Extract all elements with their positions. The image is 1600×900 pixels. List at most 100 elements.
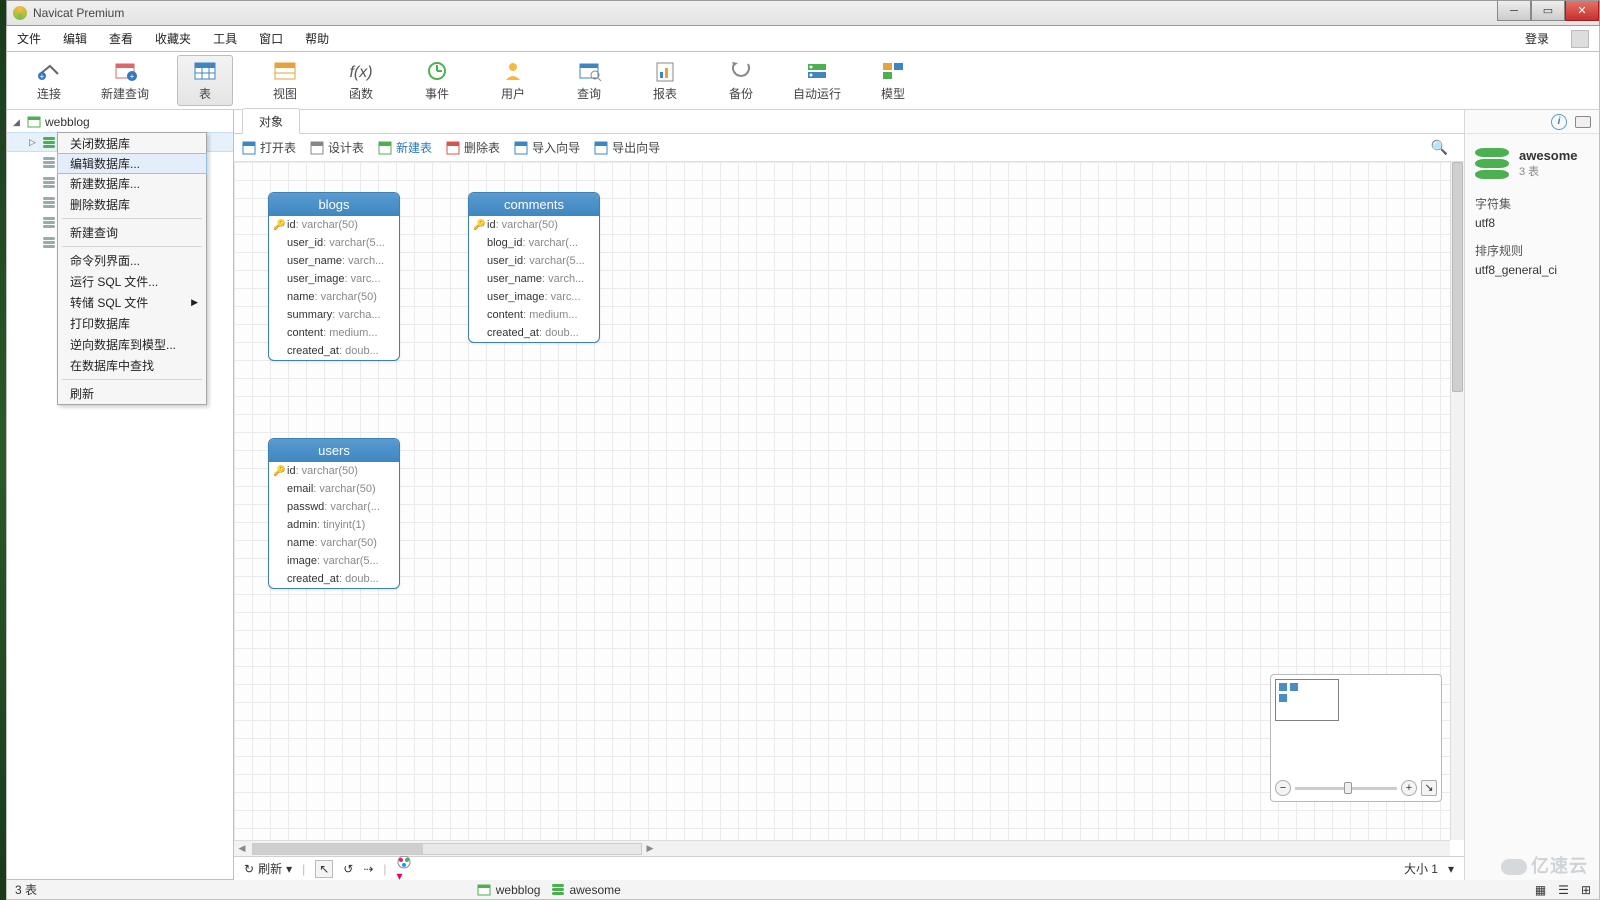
erd-column[interactable]: created_at: doub... (269, 342, 399, 360)
grid-view-icon[interactable]: ▦ (1535, 883, 1546, 897)
action-打开表[interactable]: 打开表 (242, 139, 296, 156)
menu-file[interactable]: 文件 (17, 30, 41, 47)
toolbar-表[interactable]: 表 (177, 55, 233, 106)
ctx-运行 SQL 文件...[interactable]: 运行 SQL 文件... (58, 271, 206, 292)
ctx-刷新[interactable]: 刷新 (58, 383, 206, 404)
toolbar-自动运行[interactable]: 自动运行 (793, 59, 841, 102)
color-tool-icon[interactable]: ▾ (397, 855, 411, 883)
refresh-button[interactable]: ↻刷新 ▾ (244, 860, 292, 877)
erd-column[interactable]: name: varchar(50) (269, 288, 399, 306)
size-dropdown-icon[interactable]: ▾ (1448, 862, 1454, 876)
erd-column[interactable]: content: medium... (469, 306, 599, 324)
action-导出向导[interactable]: 导出向导 (594, 139, 660, 156)
erd-column[interactable]: user_id: varchar(5... (269, 234, 399, 252)
action-删除表[interactable]: 删除表 (446, 139, 500, 156)
link-tool-icon[interactable]: ⇢ (363, 862, 373, 876)
erd-canvas[interactable]: blogs🔑id: varchar(50)user_id: varchar(5.… (234, 162, 1450, 840)
ctx-编辑数据库...[interactable]: 编辑数据库... (57, 153, 207, 174)
action-新建表[interactable]: 新建表 (378, 139, 432, 156)
erd-column[interactable]: email: varchar(50) (269, 480, 399, 498)
search-icon[interactable]: 🔍 (1431, 139, 1448, 156)
action-设计表[interactable]: 设计表 (310, 139, 364, 156)
vertical-scrollbar[interactable] (1450, 162, 1464, 840)
erd-column[interactable]: user_name: varch... (269, 252, 399, 270)
database-icon (43, 137, 55, 148)
toolbar-查询[interactable]: 查询 (565, 59, 613, 102)
erd-table-comments[interactable]: comments🔑id: varchar(50)blog_id: varchar… (468, 192, 600, 343)
login-link[interactable]: 登录 (1525, 30, 1549, 47)
statusbar: 3 表 webblog awesome ▦ ☰ ⊞ (6, 880, 1600, 900)
erd-column[interactable]: created_at: doub... (469, 324, 599, 342)
erd-column[interactable]: 🔑id: varchar(50) (469, 216, 599, 234)
navigator-minimap[interactable]: − + ↘ (1270, 674, 1442, 802)
tab-objects[interactable]: 对象 (242, 108, 300, 134)
close-button[interactable]: ✕ (1565, 1, 1599, 21)
erd-column[interactable]: blog_id: varchar(... (469, 234, 599, 252)
collation-value: utf8_general_ci (1465, 261, 1599, 279)
erd-column[interactable]: created_at: doub... (269, 570, 399, 588)
erd-column[interactable]: content: medium... (269, 324, 399, 342)
toolbar-新建查询[interactable]: +新建查询 (101, 59, 149, 102)
menu-favorites[interactable]: 收藏夹 (155, 30, 191, 47)
toolbar-事件[interactable]: 事件 (413, 59, 461, 102)
ctx-新建查询[interactable]: 新建查询 (58, 222, 206, 243)
erd-column[interactable]: 🔑id: varchar(50) (269, 216, 399, 234)
erd-table-blogs[interactable]: blogs🔑id: varchar(50)user_id: varchar(5.… (268, 192, 400, 361)
menu-help[interactable]: 帮助 (305, 30, 329, 47)
toolbar-视图[interactable]: 视图 (261, 59, 309, 102)
menu-window[interactable]: 窗口 (259, 30, 283, 47)
detail-view-icon[interactable]: ⊞ (1581, 883, 1591, 897)
ctx-新建数据库...[interactable]: 新建数据库... (58, 173, 206, 194)
maximize-button[interactable]: ▭ (1531, 1, 1565, 21)
toolbar-用户[interactable]: 用户 (489, 59, 537, 102)
action-导入向导[interactable]: 导入向导 (514, 139, 580, 156)
zoom-fit-button[interactable]: ↘ (1421, 780, 1437, 796)
erd-column[interactable]: summary: varcha... (269, 306, 399, 324)
ddl-icon[interactable] (1575, 116, 1591, 128)
erd-column[interactable]: passwd: varchar(... (269, 498, 399, 516)
ctx-命令列界面...[interactable]: 命令列界面... (58, 250, 206, 271)
toolbar-函数[interactable]: f(x)函数 (337, 59, 385, 102)
hand-tool-icon[interactable]: ↺ (343, 862, 353, 876)
erd-column[interactable]: user_id: varchar(5... (469, 252, 599, 270)
erd-column[interactable]: user_image: varc... (269, 270, 399, 288)
erd-column[interactable]: user_image: varc... (469, 288, 599, 306)
minimize-button[interactable]: ─ (1497, 1, 1531, 21)
ctx-删除数据库[interactable]: 删除数据库 (58, 194, 206, 215)
pointer-tool-icon[interactable]: ↖ (315, 860, 333, 878)
toolbar-备份[interactable]: 备份 (717, 59, 765, 102)
window-title: Navicat Premium (33, 6, 124, 20)
ctx-逆向数据库到模型...[interactable]: 逆向数据库到模型... (58, 334, 206, 355)
zoom-slider[interactable] (1295, 787, 1397, 790)
tree-connection[interactable]: ◢ webblog (7, 112, 233, 132)
erd-column[interactable]: user_name: varch... (469, 270, 599, 288)
ctx-打印数据库[interactable]: 打印数据库 (58, 313, 206, 334)
action-icon (242, 141, 256, 155)
context-menu: 关闭数据库编辑数据库...新建数据库...删除数据库新建查询命令列界面...运行… (57, 132, 207, 405)
ctx-在数据库中查找[interactable]: 在数据库中查找 (58, 355, 206, 376)
avatar-icon[interactable] (1571, 30, 1589, 48)
tree-connection-label: webblog (45, 115, 90, 129)
erd-table-users[interactable]: users🔑id: varchar(50)email: varchar(50)p… (268, 438, 400, 589)
toolbar-报表[interactable]: 报表 (641, 59, 689, 102)
erd-column[interactable]: 🔑id: varchar(50) (269, 462, 399, 480)
menu-edit[interactable]: 编辑 (63, 30, 87, 47)
ctx-关闭数据库[interactable]: 关闭数据库 (58, 133, 206, 154)
list-view-icon[interactable]: ☰ (1558, 883, 1569, 897)
zoom-in-button[interactable]: + (1401, 780, 1417, 796)
toolbar-模型[interactable]: 模型 (869, 59, 917, 102)
status-connection[interactable]: webblog (477, 883, 541, 897)
ctx-转储 SQL 文件[interactable]: 转储 SQL 文件▶ (58, 292, 206, 313)
toolbar-连接[interactable]: +连接 (25, 59, 73, 102)
toolbar-icon: + (36, 59, 62, 83)
erd-column[interactable]: admin: tinyint(1) (269, 516, 399, 534)
info-icon[interactable]: i (1551, 114, 1567, 130)
horizontal-scrollbar[interactable]: ◀▶ (234, 840, 1450, 856)
status-database[interactable]: awesome (552, 883, 620, 897)
erd-column[interactable]: name: varchar(50) (269, 534, 399, 552)
menu-view[interactable]: 查看 (109, 30, 133, 47)
zoom-out-button[interactable]: − (1275, 780, 1291, 796)
menu-tools[interactable]: 工具 (213, 30, 237, 47)
erd-column[interactable]: image: varchar(5... (269, 552, 399, 570)
toolbar-icon (652, 59, 678, 83)
